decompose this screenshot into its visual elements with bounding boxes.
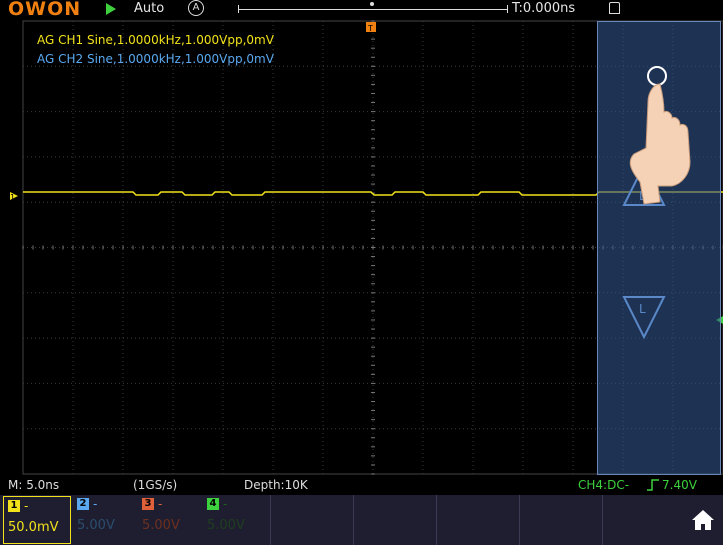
status-bar: M: 5.0ns (1GS/s) Depth:10K CH4:DC- 7.40V bbox=[0, 478, 723, 494]
timebase-label[interactable]: M: 5.0ns bbox=[8, 478, 59, 492]
hand-pointer-icon bbox=[629, 83, 691, 205]
trigger-panel-graphics: L L bbox=[622, 66, 691, 340]
ch4-number: 4 bbox=[207, 498, 219, 510]
ch3-volts-div: 5.00V bbox=[142, 518, 180, 533]
trigger-status[interactable]: CH4:DC- bbox=[578, 478, 629, 492]
ch4-coupling: - bbox=[223, 497, 228, 511]
trigger-level-value: 7.40V bbox=[662, 478, 697, 492]
ch2-volts-div: 5.00V bbox=[77, 518, 115, 533]
ch2-scale-box[interactable]: 2 - 5.00V bbox=[73, 495, 133, 545]
rising-edge-icon bbox=[647, 479, 659, 491]
ch1-coupling: - bbox=[24, 499, 29, 513]
trigger-level-panel[interactable]: L L bbox=[597, 21, 721, 475]
trigger-down-glyph: L bbox=[639, 302, 646, 316]
menu-slot-2[interactable] bbox=[353, 495, 436, 545]
menu-slot-1[interactable] bbox=[270, 495, 353, 545]
sample-rate-label: (1GS/s) bbox=[133, 478, 178, 492]
menu-slot-3[interactable] bbox=[436, 495, 519, 545]
ch2-measurement-info: AG CH2 Sine,1.0000kHz,1.000Vpp,0mV bbox=[37, 52, 274, 66]
ch1-scale-box[interactable]: 1 - 50.0mV bbox=[3, 496, 71, 544]
trigger-position-label: T bbox=[367, 24, 373, 33]
ch1-marker-label: 1 bbox=[10, 193, 15, 202]
ch1-volts-div: 50.0mV bbox=[8, 520, 59, 535]
depth-label[interactable]: Depth:10K bbox=[244, 478, 308, 492]
touch-point-icon bbox=[647, 66, 667, 86]
ch3-coupling: - bbox=[158, 497, 163, 511]
ch4-scale-box[interactable]: 4 - 5.00V bbox=[203, 495, 263, 545]
menu-slot-5[interactable] bbox=[602, 495, 681, 545]
ch4-volts-div: 5.00V bbox=[207, 518, 245, 533]
home-icon[interactable] bbox=[688, 505, 718, 535]
ch1-number: 1 bbox=[8, 500, 20, 512]
ch1-measurement-info: AG CH1 Sine,1.0000kHz,1.000Vpp,0mV bbox=[37, 33, 274, 47]
ch3-number: 3 bbox=[142, 498, 154, 510]
bottom-menu-bar: 1 - 50.0mV 2 - 5.00V 3 - 5.00V 4 - 5.00V bbox=[0, 495, 723, 545]
ch2-coupling: - bbox=[93, 497, 98, 511]
ch2-number: 2 bbox=[77, 498, 89, 510]
menu-slot-4[interactable] bbox=[519, 495, 602, 545]
ch3-scale-box[interactable]: 3 - 5.00V bbox=[138, 495, 198, 545]
